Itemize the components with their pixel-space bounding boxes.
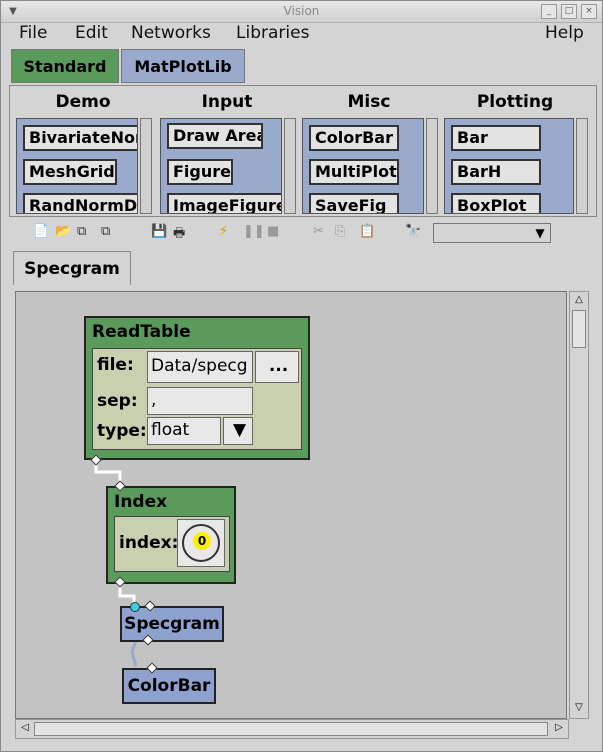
library-tabs: Standard MatPlotLib: [9, 47, 597, 85]
node-params: index: 0: [114, 516, 230, 572]
module-list: ColorBar MultiPlot SaveFig: [302, 118, 424, 214]
vertical-scrollbar[interactable]: △ ▽: [569, 291, 589, 719]
category-input: Input Draw Area Figure ImageFigure: [156, 90, 298, 214]
connection-specgram-colorbar: [130, 639, 138, 667]
title-bar: ▼ Vision _ □ ×: [1, 1, 602, 23]
type-select[interactable]: float: [147, 417, 221, 445]
tab-standard[interactable]: Standard: [11, 49, 119, 83]
scroll-right-icon[interactable]: ▷: [552, 722, 566, 736]
index-dial[interactable]: 0: [177, 519, 225, 567]
category-misc: Misc ColorBar MultiPlot SaveFig: [298, 90, 440, 214]
tab-matplotlib[interactable]: MatPlotLib: [121, 49, 245, 83]
dial-value: 0: [193, 532, 211, 550]
tab-specgram[interactable]: Specgram: [13, 251, 131, 285]
search-icon[interactable]: 🔭: [405, 224, 421, 239]
category-title: Misc: [347, 92, 391, 112]
new-icon[interactable]: 📄: [33, 224, 49, 239]
type-label: type:: [97, 421, 147, 441]
stop-icon[interactable]: ■: [267, 224, 279, 239]
node-title: ReadTable: [92, 322, 191, 342]
close-icon[interactable]: ×: [581, 4, 597, 19]
module-list: BivariateNor MeshGrid RandNormDi: [16, 118, 138, 214]
scrollbar[interactable]: [426, 118, 438, 214]
module-draw-area[interactable]: Draw Area: [167, 123, 263, 149]
sep-input[interactable]: ,: [147, 387, 253, 415]
input-port[interactable]: [130, 602, 140, 612]
scroll-thumb[interactable]: [572, 310, 586, 348]
open-icon[interactable]: 📂: [55, 224, 71, 239]
category-title: Input: [201, 92, 253, 112]
paste-icon[interactable]: 📋: [359, 224, 375, 239]
category-title: Demo: [55, 92, 111, 112]
network-tabs: Specgram: [9, 249, 597, 285]
window-title: Vision: [283, 4, 320, 18]
module-savefig[interactable]: SaveFig: [309, 193, 399, 213]
menu-networks[interactable]: Networks: [131, 23, 211, 43]
copy-icon[interactable]: ⎘: [335, 224, 345, 239]
network-canvas[interactable]: ReadTable file: Data/specg ... sep: , ty…: [15, 291, 567, 719]
browse-button[interactable]: ...: [255, 351, 299, 383]
scroll-down-icon[interactable]: ▽: [572, 702, 586, 716]
menu-bar: File Edit Networks Libraries Help: [9, 23, 597, 45]
index-label: index:: [119, 533, 179, 553]
module-list: Draw Area Figure ImageFigure: [160, 118, 282, 214]
menu-help[interactable]: Help: [545, 23, 584, 43]
category-title: Plotting: [476, 92, 554, 112]
toolbar: 📄 📂 ⧉ ⧉ 💾 🖶 ⚡ ❚❚ ■ ✂ ⎘ 📋 🔭 ▼: [9, 221, 597, 245]
module-randnormdi[interactable]: RandNormDi: [23, 193, 137, 213]
maximize-icon[interactable]: □: [561, 4, 577, 19]
file-input[interactable]: Data/specg: [147, 351, 253, 383]
module-boxplot[interactable]: BoxPlot: [451, 193, 541, 213]
module-barh[interactable]: BarH: [451, 159, 541, 185]
scrollbar[interactable]: [140, 118, 152, 214]
scroll-left-icon[interactable]: ◁: [18, 722, 32, 736]
node-colorbar[interactable]: ColorBar: [122, 668, 216, 704]
node-title: Index: [114, 492, 168, 512]
horizontal-scrollbar[interactable]: ◁ ▷: [15, 719, 569, 739]
module-bivariatenor[interactable]: BivariateNor: [23, 125, 137, 151]
scrollbar[interactable]: [284, 118, 296, 214]
scroll-thumb[interactable]: [34, 722, 548, 736]
category-demo: Demo BivariateNor MeshGrid RandNormDi: [12, 90, 154, 214]
module-figure[interactable]: Figure: [167, 159, 233, 185]
sep-label: sep:: [97, 391, 138, 411]
chevron-down-icon[interactable]: ▼: [223, 417, 253, 445]
menu-libraries[interactable]: Libraries: [236, 23, 309, 43]
node-index[interactable]: Index index: 0: [106, 486, 236, 584]
copy-network-icon[interactable]: ⧉: [77, 224, 86, 239]
module-bar[interactable]: Bar: [451, 125, 541, 151]
module-imagefigure[interactable]: ImageFigure: [167, 193, 281, 213]
category-plotting: Plotting Bar BarH BoxPlot: [440, 90, 590, 214]
minimize-icon[interactable]: _: [541, 4, 557, 19]
module-list: Bar BarH BoxPlot: [444, 118, 574, 214]
node-params: file: Data/specg ... sep: , type: float …: [92, 348, 302, 450]
menu-file[interactable]: File: [19, 23, 47, 43]
zoom-select[interactable]: ▼: [433, 223, 551, 243]
vision-window: ▼ Vision _ □ × File Edit Networks Librar…: [0, 0, 603, 752]
paste-network-icon[interactable]: ⧉: [101, 224, 110, 239]
scrollbar[interactable]: [576, 118, 588, 214]
print-icon[interactable]: 🖶: [173, 224, 185, 246]
save-icon[interactable]: 💾: [151, 224, 167, 239]
module-colorbar[interactable]: ColorBar: [309, 125, 399, 151]
module-meshgrid[interactable]: MeshGrid: [23, 159, 117, 185]
menu-edit[interactable]: Edit: [75, 23, 108, 43]
run-icon[interactable]: ⚡: [219, 224, 228, 239]
file-label: file:: [97, 355, 134, 375]
scroll-up-icon[interactable]: △: [572, 294, 586, 308]
node-readtable[interactable]: ReadTable file: Data/specg ... sep: , ty…: [84, 316, 310, 460]
cut-icon[interactable]: ✂: [313, 224, 324, 239]
module-palette: Demo BivariateNor MeshGrid RandNormDi In…: [9, 85, 597, 217]
module-multiplot[interactable]: MultiPlot: [309, 159, 399, 185]
chevron-down-icon[interactable]: ▼: [530, 224, 550, 242]
pause-icon[interactable]: ❚❚: [243, 224, 265, 239]
